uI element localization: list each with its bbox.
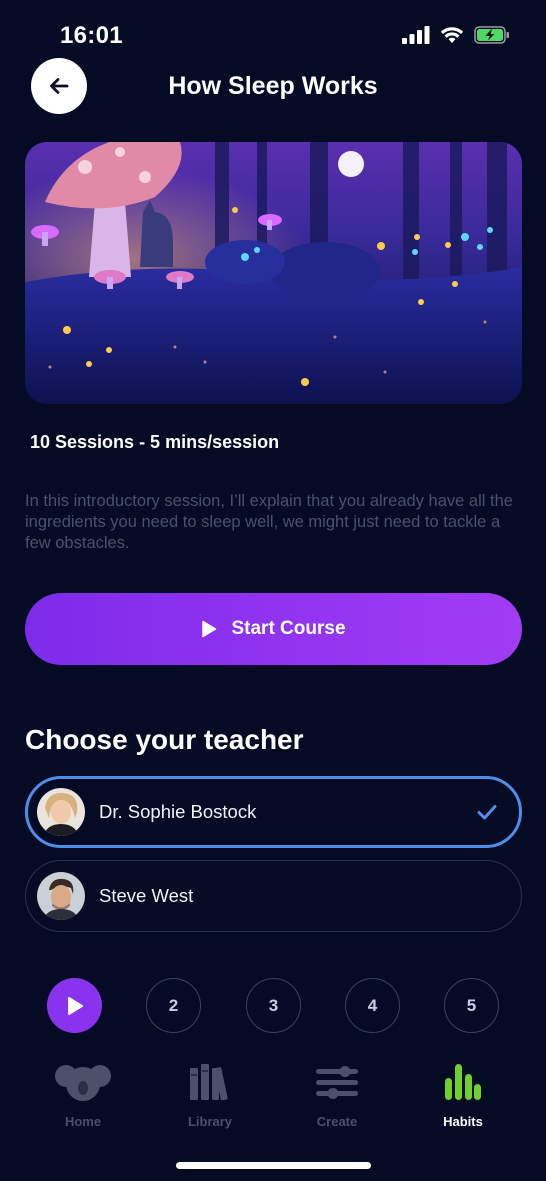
sliders-icon [315, 1060, 359, 1104]
wifi-icon [440, 27, 464, 43]
checkmark-icon [477, 805, 497, 820]
tab-home-label: Home [64, 1114, 102, 1129]
status-icons [402, 26, 510, 44]
session-2-button[interactable]: 2 [146, 978, 201, 1033]
home-indicator [176, 1162, 371, 1169]
tab-bar: Home Library Create Habits [0, 1060, 546, 1140]
avatar [37, 788, 85, 836]
play-icon [67, 996, 83, 1015]
status-bar: 16:01 [0, 0, 546, 66]
session-3-button[interactable]: 3 [246, 978, 301, 1033]
course-meta: 10 Sessions - 5 mins/session [30, 432, 280, 452]
tab-library[interactable]: Library [155, 1060, 265, 1129]
session-1-play-button[interactable] [47, 978, 102, 1033]
tab-habits-label: Habits [443, 1114, 483, 1129]
teacher-name: Steve West [99, 885, 194, 906]
play-icon [202, 620, 217, 638]
teacher-name: Dr. Sophie Bostock [99, 801, 257, 822]
avatar [37, 872, 85, 920]
books-icon [188, 1060, 232, 1104]
koala-icon [54, 1060, 112, 1104]
teacher-option-steve[interactable]: Steve West [25, 860, 522, 932]
session-selector: 2 3 4 5 [0, 978, 546, 1034]
status-time: 16:01 [60, 22, 123, 49]
battery-charging-icon [474, 26, 509, 44]
signal-icon [402, 26, 430, 44]
tab-create-label: Create [316, 1114, 358, 1129]
page-title: How Sleep Works [168, 72, 378, 100]
start-course-button[interactable]: Start Course [25, 593, 522, 665]
session-4-button[interactable]: 4 [345, 978, 400, 1033]
tab-library-label: Library [187, 1114, 233, 1129]
section-title-teacher: Choose your teacher [25, 724, 304, 755]
tab-create[interactable]: Create [282, 1060, 392, 1129]
session-5-button[interactable]: 5 [444, 978, 499, 1033]
header: How Sleep Works [0, 58, 546, 116]
course-description: In this introductory session, I’ll expla… [25, 492, 513, 552]
start-course-label: Start Course [231, 618, 346, 639]
bar-chart-icon [445, 1060, 481, 1104]
tab-habits[interactable]: Habits [408, 1060, 518, 1129]
course-hero-image [25, 142, 522, 404]
teacher-option-sophie[interactable]: Dr. Sophie Bostock [25, 776, 522, 848]
tab-home[interactable]: Home [28, 1060, 138, 1129]
